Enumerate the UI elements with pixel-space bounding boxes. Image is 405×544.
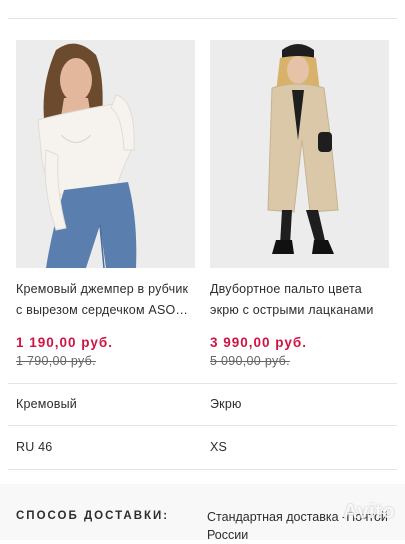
product-price-1: 1 190,00 руб. xyxy=(16,335,113,350)
product-name-1[interactable]: Кремовый джемпер в рубчик с вырезом серд… xyxy=(16,279,196,321)
product-price-2: 3 990,00 руб. xyxy=(210,335,307,350)
avito-watermark: Avito xyxy=(343,501,395,523)
product-card-1[interactable]: Кремовый джемпер в рубчик с вырезом серд… xyxy=(16,40,196,368)
product-size-2: XS xyxy=(210,440,228,454)
divider-3 xyxy=(8,469,397,470)
product-size-1: RU 46 xyxy=(16,440,53,454)
product-color-2: Экрю xyxy=(210,397,242,411)
product-name-2[interactable]: Двубортное пальто цвета экрю с острыми л… xyxy=(210,279,390,321)
top-divider xyxy=(8,18,397,19)
product-card-2[interactable]: Двубортное пальто цвета экрю с острыми л… xyxy=(210,40,390,368)
product-image-1[interactable] xyxy=(16,40,195,268)
divider-2 xyxy=(8,425,397,426)
delivery-label: СПОСОБ ДОСТАВКИ: xyxy=(16,510,170,522)
divider-1 xyxy=(8,383,397,384)
product-color-1: Кремовый xyxy=(16,397,77,411)
product-image-2[interactable] xyxy=(210,40,389,268)
product-old-price-1: 1 790,00 руб. xyxy=(16,354,96,368)
product-old-price-2: 5 090,00 руб. xyxy=(210,354,290,368)
